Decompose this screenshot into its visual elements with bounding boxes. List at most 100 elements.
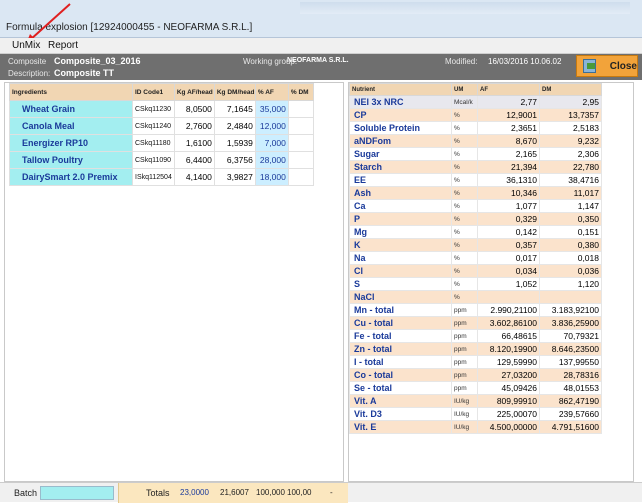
nutrient-dm: 0,380 (539, 238, 602, 252)
total-kg-af: 23,0000 (180, 488, 209, 497)
nutrient-dm: 0,350 (539, 212, 602, 226)
ingredient-pct-af[interactable]: 7,000 (254, 134, 289, 152)
table-row[interactable]: NaCl% (349, 290, 602, 304)
nutrient-dm: 1,120 (539, 277, 602, 291)
nutrient-af: 2,3651 (477, 121, 540, 135)
footer-bar: Batch Totals 23,0000 21,6007 100,000 100… (0, 482, 642, 503)
nutrient-dm: 70,79321 (539, 329, 602, 343)
table-row[interactable]: Vit. D3 IU/kg 225,00070 239,57660 (349, 407, 602, 421)
nutrient-um: % (451, 238, 478, 252)
ingredient-code: CSkq11090 (132, 151, 175, 169)
nutrient-name: EE (349, 173, 452, 187)
table-row[interactable]: Se - total ppm 45,09426 48,01553 (349, 381, 602, 395)
totals-dash: - (330, 488, 333, 497)
table-row[interactable]: Ash% 10,346 11,017 (349, 186, 602, 200)
nutrient-af (477, 290, 540, 304)
ingredient-pct-af[interactable]: 18,000 (254, 168, 289, 186)
close-button[interactable]: Close (576, 55, 638, 77)
nutrient-name: aNDFom (349, 134, 452, 148)
description-value: Composite TT (54, 68, 114, 78)
col-kg-af[interactable]: Kg AF/head (173, 83, 215, 101)
table-row[interactable]: aNDFom% 8,670 9,232 (349, 134, 602, 148)
col-nutrient[interactable]: Nutrient (349, 83, 452, 96)
nutrient-name: Cu - total (349, 316, 452, 330)
ingredients-header-row: Ingredients ID Code1 Kg AF/head Kg DM/he… (9, 83, 314, 101)
nutrient-dm: 8.646,23500 (539, 342, 602, 356)
nutrient-dm: 862,47190 (539, 394, 602, 408)
col-pct-dm[interactable]: % DM (287, 83, 314, 101)
col-kg-dm[interactable]: Kg DM/head (213, 83, 256, 101)
table-row[interactable]: Energizer RP10 CSkq11180 1,6100 1,5939 7… (9, 134, 314, 152)
table-row[interactable]: Sugar% 2,165 2,306 (349, 147, 602, 161)
nutrient-dm: 48,01553 (539, 381, 602, 395)
nutrient-um: % (451, 108, 478, 122)
table-row[interactable]: K% 0,357 0,380 (349, 238, 602, 252)
table-row[interactable]: Mg% 0,142 0,151 (349, 225, 602, 239)
col-pct-af[interactable]: % AF (254, 83, 289, 101)
table-row[interactable]: CP% 12,9001 13,7357 (349, 108, 602, 122)
col-ingredients[interactable]: Ingredients (9, 83, 133, 101)
nutrient-dm: 0,151 (539, 225, 602, 239)
nutrient-af: 2,165 (477, 147, 540, 161)
composite-header: Composite Composite_03_2016 Description:… (0, 54, 642, 80)
nutrient-af: 0,034 (477, 264, 540, 278)
table-row[interactable]: Canola Meal CSkq11240 2,7600 2,4840 12,0… (9, 117, 314, 135)
nutrient-af: 3.602,86100 (477, 316, 540, 330)
table-row[interactable]: DairySmart 2.0 Premix ISkq112504 4,1400 … (9, 168, 314, 186)
window-titlebar: Formula explosion [12924000455 - NEOFARM… (0, 0, 642, 38)
nutrient-dm: 1,147 (539, 199, 602, 213)
nutrient-dm (539, 290, 602, 304)
nutrient-name: Sugar (349, 147, 452, 161)
table-row[interactable]: Vit. A IU/kg 809,99910 862,47190 (349, 394, 602, 408)
table-row[interactable]: S% 1,052 1,120 (349, 277, 602, 291)
nutrient-af: 0,142 (477, 225, 540, 239)
table-row[interactable]: Zn - total ppm 8.120,19900 8.646,23500 (349, 342, 602, 356)
nutrient-dm: 4.791,51600 (539, 420, 602, 434)
nutrient-name: Vit. E (349, 420, 452, 434)
ingredients-table: Ingredients ID Code1 Kg AF/head Kg DM/he… (9, 83, 314, 186)
table-row[interactable]: Starch% 21,394 22,780 (349, 160, 602, 174)
nutrient-name: P (349, 212, 452, 226)
ingredient-name: Wheat Grain (9, 100, 133, 118)
table-row[interactable]: Vit. E IU/kg 4.500,00000 4.791,51600 (349, 420, 602, 434)
col-um[interactable]: UM (451, 83, 478, 96)
nutrient-name: Vit. A (349, 394, 452, 408)
ingredient-kg-af: 8,0500 (173, 100, 215, 118)
table-row[interactable]: Mn - total ppm 2.990,21100 3.183,92100 (349, 303, 602, 317)
table-row[interactable]: Tallow Poultry CSkq11090 6,4400 6,3756 2… (9, 151, 314, 169)
ingredient-kg-af: 2,7600 (173, 117, 215, 135)
nutrient-af: 0,017 (477, 251, 540, 265)
table-row[interactable]: NEl 3x NRC Mcal/k 2,77 2,95 (349, 95, 602, 109)
table-row[interactable]: Ca% 1,077 1,147 (349, 199, 602, 213)
table-row[interactable]: Wheat Grain CSkq11230 8,0500 7,1645 35,0… (9, 100, 314, 118)
exit-door-icon (583, 59, 596, 73)
col-dm[interactable]: DM (539, 83, 602, 96)
ingredient-pct-af[interactable]: 28,000 (254, 151, 289, 169)
table-row[interactable]: EE% 36,1310 38,4716 (349, 173, 602, 187)
background-window-ghost (300, 2, 630, 14)
batch-input[interactable] (40, 486, 114, 500)
nutrient-name: Cl (349, 264, 452, 278)
nutrient-name: CP (349, 108, 452, 122)
ingredient-pct-dm (287, 151, 314, 169)
ingredient-pct-af[interactable]: 35,000 (254, 100, 289, 118)
table-row[interactable]: Cl% 0,034 0,036 (349, 264, 602, 278)
col-af[interactable]: AF (477, 83, 540, 96)
table-row[interactable]: Co - total ppm 27,03200 28,78316 (349, 368, 602, 382)
table-row[interactable]: Cu - total ppm 3.602,86100 3.836,25900 (349, 316, 602, 330)
table-row[interactable]: Fe - total ppm 66,48615 70,79321 (349, 329, 602, 343)
ingredient-pct-af[interactable]: 12,000 (254, 117, 289, 135)
col-id-code[interactable]: ID Code1 (132, 83, 175, 101)
ingredient-kg-dm: 2,4840 (213, 117, 256, 135)
nutrient-um: % (451, 121, 478, 135)
menu-unmix[interactable]: UnMix (12, 40, 40, 51)
table-row[interactable]: P% 0,329 0,350 (349, 212, 602, 226)
table-row[interactable]: Soluble Protein% 2,3651 2,5183 (349, 121, 602, 135)
menu-report[interactable]: Report (48, 40, 78, 51)
nutrient-dm: 9,232 (539, 134, 602, 148)
table-row[interactable]: I - total ppm 129,59990 137,99550 (349, 355, 602, 369)
table-row[interactable]: Na% 0,017 0,018 (349, 251, 602, 265)
nutrient-af: 2.990,21100 (477, 303, 540, 317)
nutrient-af: 129,59990 (477, 355, 540, 369)
nutrient-um: ppm (451, 381, 478, 395)
